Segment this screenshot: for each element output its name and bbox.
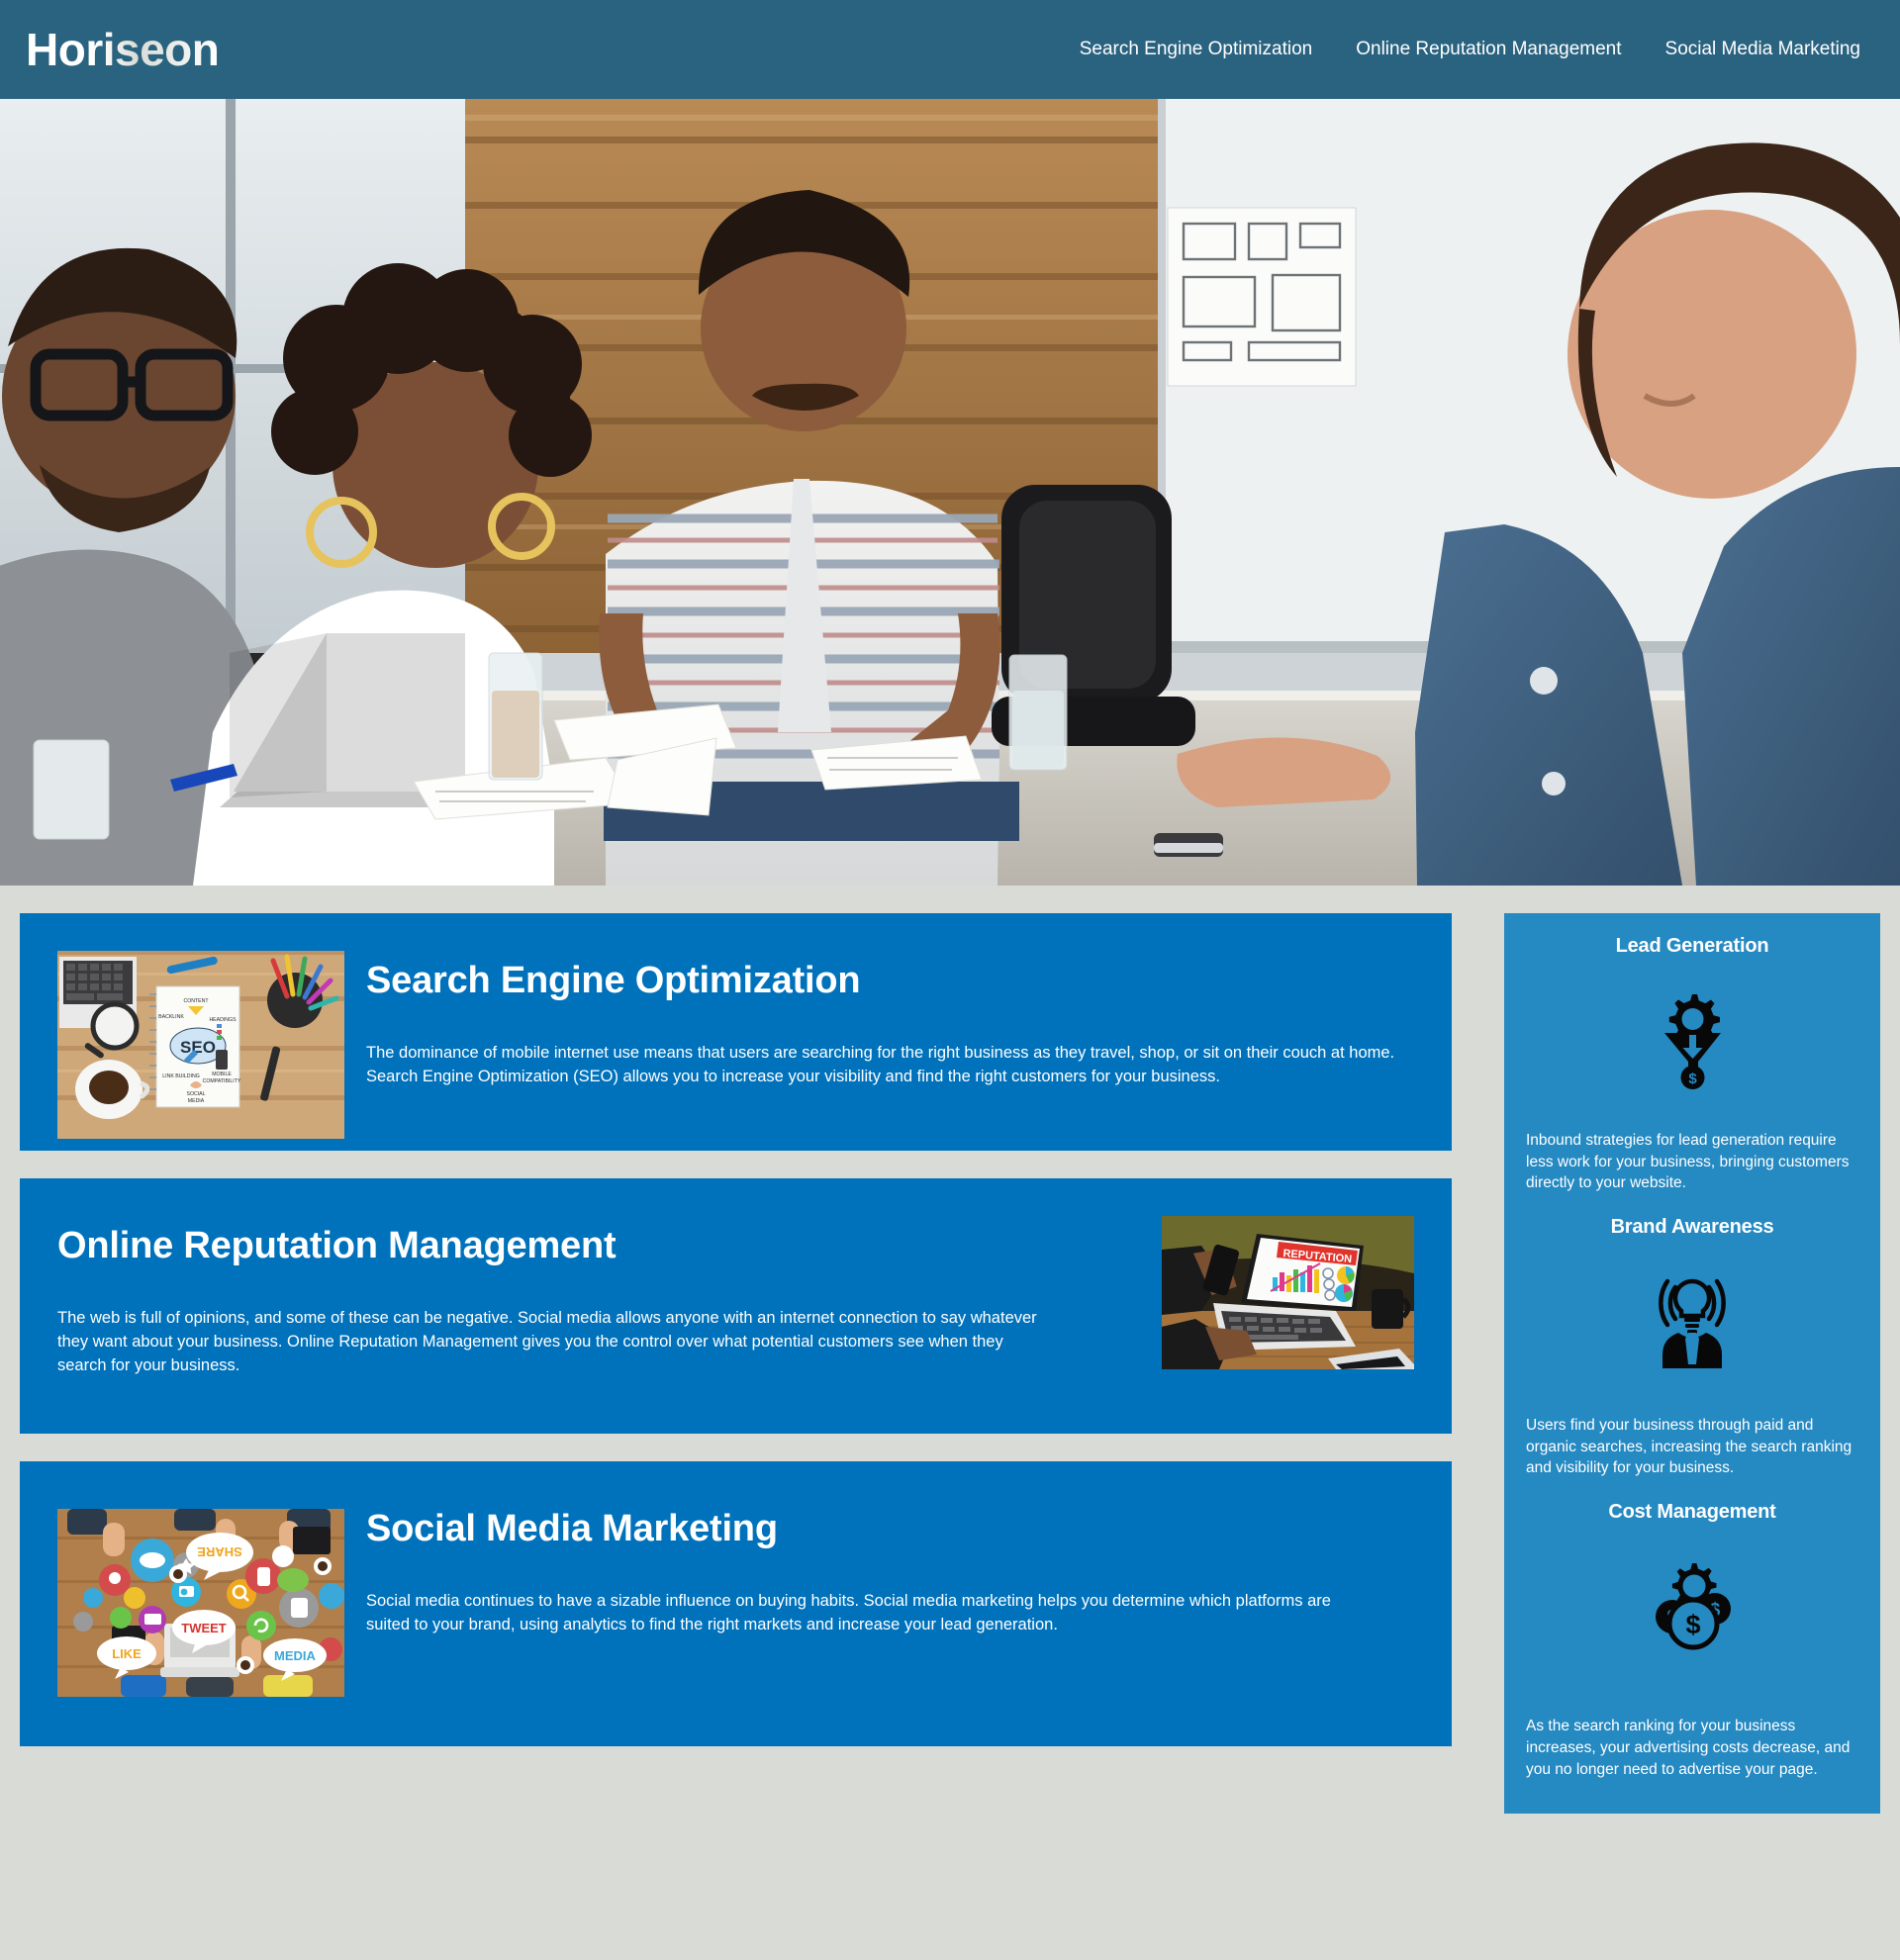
svg-text:MEDIA: MEDIA: [188, 1098, 205, 1104]
benefit-lead-generation: Lead Generation $ Inbound strategies for…: [1504, 935, 1880, 1194]
svg-text:$: $: [1688, 1071, 1697, 1087]
service-card-online-reputation-management: REPUTATION Online Reputation Management …: [20, 1178, 1452, 1434]
svg-text:MEDIA: MEDIA: [274, 1648, 317, 1663]
hero-image: [0, 99, 1900, 886]
svg-text:SEO: SEO: [180, 1038, 216, 1057]
main-navigation: Search Engine Optimization Online Reputa…: [1080, 39, 1860, 60]
smm-thumbnail-image: SHARE TWEET LIKE MEDIA: [57, 1509, 344, 1697]
smm-body-text: Social media continues to have a sizable…: [366, 1591, 1331, 1633]
smm-heading: Social Media Marketing: [366, 1508, 778, 1549]
svg-text:CONTENT: CONTENT: [183, 998, 209, 1004]
svg-text:SOCIAL: SOCIAL: [186, 1091, 205, 1097]
benefit-cost-management-title: Cost Management: [1608, 1501, 1776, 1524]
gear-funnel-dollar-icon: $: [1522, 985, 1862, 1094]
orm-text-block: Online Reputation Management The web is …: [20, 1178, 1162, 1378]
svg-text:HEADINGS: HEADINGS: [209, 1017, 237, 1023]
nav-link-social-media-marketing[interactable]: Social Media Marketing: [1665, 39, 1860, 60]
lightbulb-person-broadcast-icon: [1522, 1266, 1862, 1375]
site-header: Horiseon Search Engine Optimization Onli…: [0, 0, 1900, 99]
svg-text:COMPATIBILITY: COMPATIBILITY: [203, 1078, 241, 1084]
benefits-sidebar: Lead Generation $ Inbound strategies for…: [1504, 913, 1880, 1815]
page-body: SEO CONTENT BACKLINK HEADINGS LINK BUILD…: [0, 886, 1900, 1960]
seo-text-block: Search Engine Optimization The dominance…: [344, 913, 1452, 1089]
orm-heading: Online Reputation Management: [57, 1225, 617, 1266]
gear-coins-dollar-icon: $ $ $: [1522, 1551, 1862, 1660]
benefit-lead-generation-text: Inbound strategies for lead generation r…: [1526, 1132, 1850, 1192]
benefit-brand-awareness: Brand Awareness Users find your business…: [1504, 1216, 1880, 1479]
seo-heading: Search Engine Optimization: [366, 960, 861, 1001]
service-card-social-media-marketing: SHARE TWEET LIKE MEDIA Social Media Mark…: [20, 1461, 1452, 1746]
service-card-search-engine-optimization: SEO CONTENT BACKLINK HEADINGS LINK BUILD…: [20, 913, 1452, 1151]
seo-thumbnail-image: SEO CONTENT BACKLINK HEADINGS LINK BUILD…: [57, 951, 344, 1139]
svg-text:SHARE: SHARE: [197, 1544, 242, 1559]
nav-link-online-reputation-management[interactable]: Online Reputation Management: [1356, 39, 1621, 60]
svg-text:LIKE: LIKE: [112, 1646, 142, 1661]
site-logo[interactable]: Horiseon: [26, 0, 220, 99]
svg-text:MOBILE: MOBILE: [212, 1072, 232, 1077]
benefit-brand-awareness-text: Users find your business through paid an…: [1526, 1417, 1852, 1477]
svg-text:$: $: [1685, 1610, 1700, 1639]
seo-body-text: The dominance of mobile internet use mea…: [366, 1043, 1395, 1085]
orm-body-text: The web is full of opinions, and some of…: [57, 1308, 1037, 1374]
benefit-brand-awareness-title: Brand Awareness: [1610, 1216, 1774, 1239]
svg-text:LINK BUILDING: LINK BUILDING: [162, 1073, 199, 1079]
benefit-cost-management: Cost Management $ $ $ As the search ran: [1504, 1501, 1880, 1780]
svg-text:TWEET: TWEET: [181, 1621, 227, 1635]
services-column: SEO CONTENT BACKLINK HEADINGS LINK BUILD…: [20, 913, 1452, 1774]
benefit-cost-management-text: As the search ranking for your business …: [1526, 1718, 1851, 1778]
nav-link-search-engine-optimization[interactable]: Search Engine Optimization: [1080, 39, 1313, 60]
svg-text:BACKLINK: BACKLINK: [158, 1014, 184, 1020]
orm-thumbnail-image: REPUTATION: [1162, 1216, 1414, 1369]
smm-text-block: Social Media Marketing Social media cont…: [344, 1461, 1452, 1637]
benefit-lead-generation-title: Lead Generation: [1615, 935, 1769, 957]
